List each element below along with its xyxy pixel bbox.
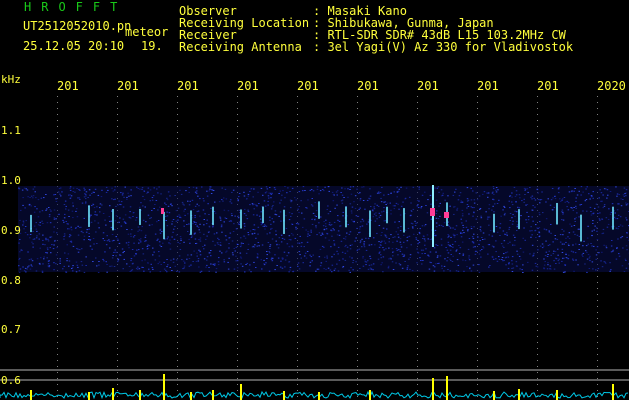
y-tick: 0.6 bbox=[1, 374, 21, 387]
x-tick: 201 bbox=[237, 79, 259, 93]
app-title: HROFFT bbox=[24, 0, 128, 14]
x-tick: 201 bbox=[477, 79, 499, 93]
y-tick: 1.1 bbox=[1, 124, 21, 137]
file-suffix: meteor bbox=[125, 25, 169, 39]
x-tick: 201 bbox=[357, 79, 379, 93]
antenna-value: : 3el Yagi(V) Az 330 for Vladivostok bbox=[313, 40, 574, 54]
y-axis-unit: kHz bbox=[1, 73, 21, 86]
x-tick: 201 bbox=[177, 79, 199, 93]
x-tick: 201 bbox=[417, 79, 439, 93]
noise-band bbox=[18, 186, 629, 273]
x-tick: 2020 bbox=[597, 79, 626, 93]
file-name: UT2512052010.pn bbox=[23, 19, 132, 33]
y-tick: 0.9 bbox=[1, 224, 21, 237]
signal-level-trace bbox=[0, 374, 629, 400]
datetime: 25.12.05 20:10 bbox=[23, 39, 125, 53]
y-tick: 0.7 bbox=[1, 323, 21, 336]
x-tick: 201 bbox=[57, 79, 79, 93]
x-tick: 201 bbox=[297, 79, 319, 93]
spectrogram-canvas bbox=[0, 96, 629, 400]
echo-count: 19. bbox=[141, 39, 163, 53]
x-tick: 201 bbox=[537, 79, 559, 93]
antenna-label: Receiving Antenna bbox=[179, 40, 302, 54]
x-tick: 201 bbox=[117, 79, 139, 93]
y-tick: 0.8 bbox=[1, 274, 21, 287]
y-tick: 1.0 bbox=[1, 174, 21, 187]
